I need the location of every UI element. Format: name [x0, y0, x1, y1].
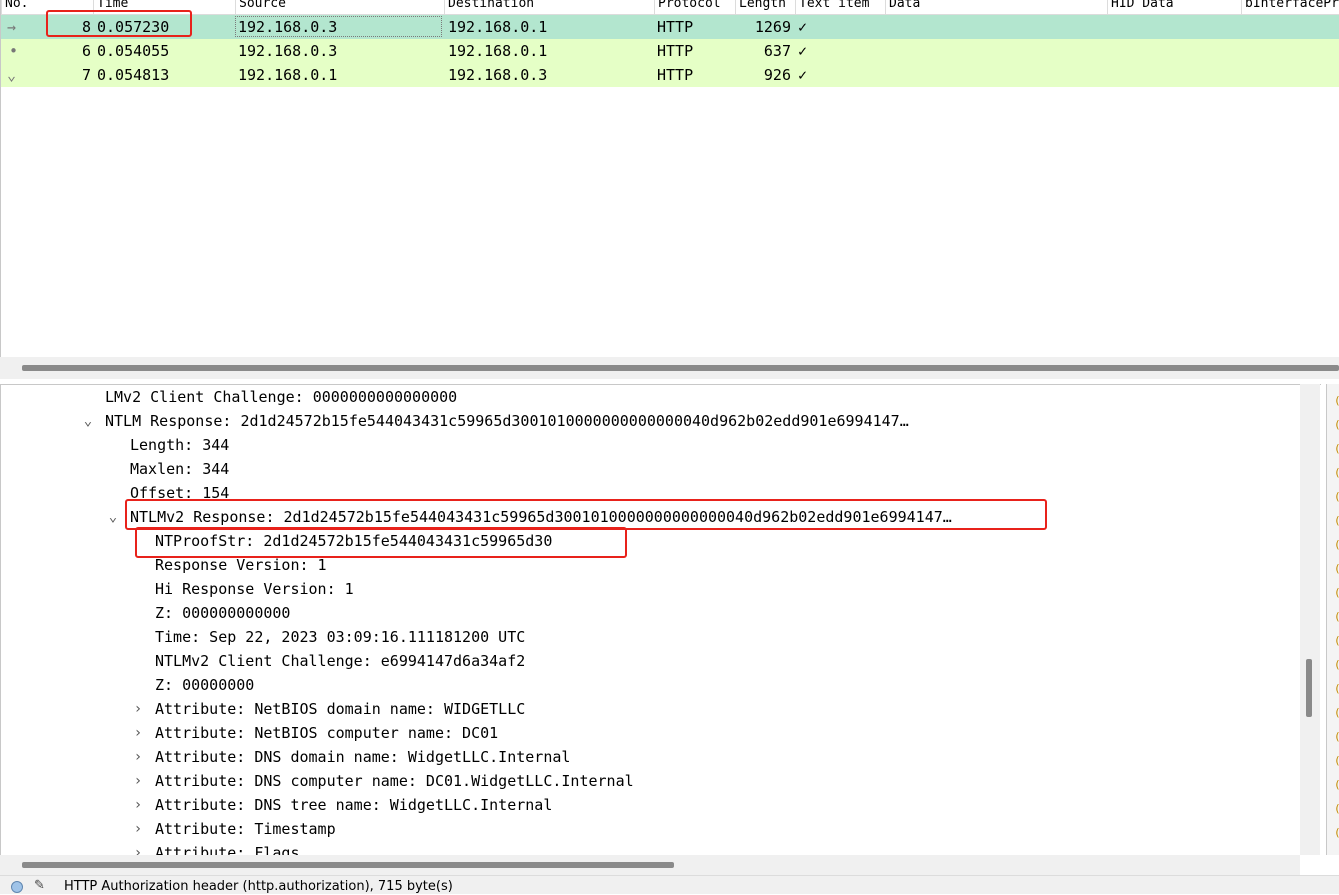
expand-chevron-down-icon[interactable]: ⌄ [81, 409, 95, 433]
status-bar: ✎ HTTP Authorization header (http.author… [0, 875, 1339, 894]
detail-hi-response-version[interactable]: Hi Response Version: 1 [155, 577, 354, 601]
text-item-check-icon: ✓ [798, 66, 808, 84]
detail-time[interactable]: Time: Sep 22, 2023 03:09:16.111181200 UT… [155, 625, 525, 649]
expand-chevron-right-icon[interactable]: › [131, 697, 145, 721]
detail-attr-dns-computer[interactable]: Attribute: DNS computer name: DC01.Widge… [155, 769, 634, 793]
packet-protocol: HTTP [657, 18, 694, 36]
related-packet-dot-icon: • [9, 42, 19, 60]
packet-list-header: No. Time Source Destination Protocol Len… [1, 0, 1339, 15]
detail-length[interactable]: Length: 344 [130, 433, 229, 457]
column-header-text-item[interactable]: Text item [795, 0, 885, 14]
detail-ntlm-response[interactable]: NTLM Response: 2d1d24572b15fe544043431c5… [105, 409, 909, 433]
packet-length: 1269 [754, 18, 791, 36]
packet-details-pane[interactable]: LMv2 Client Challenge: 0000000000000000 … [0, 384, 1321, 856]
detail-z-padding[interactable]: Z: 00000000 [155, 673, 254, 697]
scrollbar-thumb[interactable] [22, 862, 674, 868]
packet-protocol: HTTP [657, 66, 694, 84]
column-header-protocol[interactable]: Protocol [654, 0, 735, 14]
packet-row[interactable]: ⌄ 7 0.054813 192.168.0.1 192.168.0.3 HTT… [1, 63, 1339, 87]
expand-chevron-right-icon[interactable]: › [131, 745, 145, 769]
packet-list-horizontal-scrollbar[interactable] [0, 357, 1339, 379]
highlight-box-ntproofstr [135, 527, 627, 558]
detail-attr-netbios-domain[interactable]: Attribute: NetBIOS domain name: WIDGETLL… [155, 697, 525, 721]
column-header-length[interactable]: Length [735, 0, 795, 14]
packet-source: 192.168.0.3 [238, 18, 338, 36]
scrollbar-thumb[interactable] [22, 365, 1339, 371]
expand-chevron-right-icon[interactable]: › [131, 721, 145, 745]
column-header-source[interactable]: Source [235, 0, 444, 14]
detail-attr-timestamp[interactable]: Attribute: Timestamp [155, 817, 336, 841]
packet-list-pane[interactable]: No. Time Source Destination Protocol Len… [0, 0, 1339, 357]
expand-chevron-right-icon[interactable]: › [131, 793, 145, 817]
details-vertical-scrollbar[interactable] [1300, 384, 1320, 855]
packet-source: 192.168.0.1 [238, 66, 338, 84]
detail-z-reserved[interactable]: Z: 000000000000 [155, 601, 290, 625]
expand-chevron-right-icon[interactable]: › [131, 841, 145, 856]
packet-destination: 192.168.0.3 [448, 66, 548, 84]
detail-ntlmv2-client-challenge[interactable]: NTLMv2 Client Challenge: e6994147d6a34af… [155, 649, 525, 673]
column-header-binterfaceprotocol[interactable]: bInterfacePr [1241, 0, 1339, 14]
expand-chevron-right-icon[interactable]: › [131, 769, 145, 793]
detail-attr-dns-domain[interactable]: Attribute: DNS domain name: WidgetLLC.In… [155, 745, 570, 769]
packet-destination: 192.168.0.1 [448, 42, 548, 60]
packet-length: 926 [763, 66, 791, 84]
related-packet-arrow-icon: → [7, 18, 17, 36]
expand-chevron-right-icon[interactable]: › [131, 817, 145, 841]
packet-row[interactable]: → 8 0.057230 192.168.0.3 192.168.0.1 HTT… [1, 15, 1339, 39]
packet-no: 7 [81, 66, 91, 84]
packet-destination: 192.168.0.1 [448, 18, 548, 36]
expert-info-icon[interactable] [11, 881, 23, 893]
packet-time: 0.054055 [97, 42, 170, 60]
column-header-hid-data[interactable]: HID Data [1107, 0, 1241, 14]
detail-lmv2-client-challenge[interactable]: LMv2 Client Challenge: 0000000000000000 [105, 385, 457, 409]
edit-icon[interactable]: ✎ [34, 878, 45, 893]
detail-attr-flags[interactable]: Attribute: Flags [155, 841, 300, 856]
detail-attr-dns-tree[interactable]: Attribute: DNS tree name: WidgetLLC.Inte… [155, 793, 552, 817]
packet-length: 637 [763, 42, 791, 60]
detail-attr-netbios-computer[interactable]: Attribute: NetBIOS computer name: DC01 [155, 721, 498, 745]
column-header-data[interactable]: Data [885, 0, 1107, 14]
expand-chevron-down-icon[interactable]: ⌄ [106, 505, 120, 529]
packet-protocol: HTTP [657, 42, 694, 60]
highlight-box-packet-time [46, 10, 192, 37]
highlight-box-ntlmv2-response [125, 499, 1047, 530]
packet-time: 0.054813 [97, 66, 170, 84]
related-packet-end-icon: ⌄ [7, 66, 17, 84]
packet-bytes-pane-edge: ( ( ( ( ( ( ( ( ( ( ( ( ( ( ( ( ( ( ( [1326, 384, 1339, 855]
scrollbar-thumb[interactable] [1306, 659, 1312, 717]
packet-source: 192.168.0.3 [238, 42, 338, 60]
text-item-check-icon: ✓ [798, 18, 808, 36]
text-item-check-icon: ✓ [798, 42, 808, 60]
column-header-destination[interactable]: Destination [444, 0, 654, 14]
detail-maxlen[interactable]: Maxlen: 344 [130, 457, 229, 481]
details-horizontal-scrollbar[interactable] [0, 855, 1300, 875]
packet-row[interactable]: • 6 0.054055 192.168.0.3 192.168.0.1 HTT… [1, 39, 1339, 63]
packet-no: 6 [81, 42, 91, 60]
